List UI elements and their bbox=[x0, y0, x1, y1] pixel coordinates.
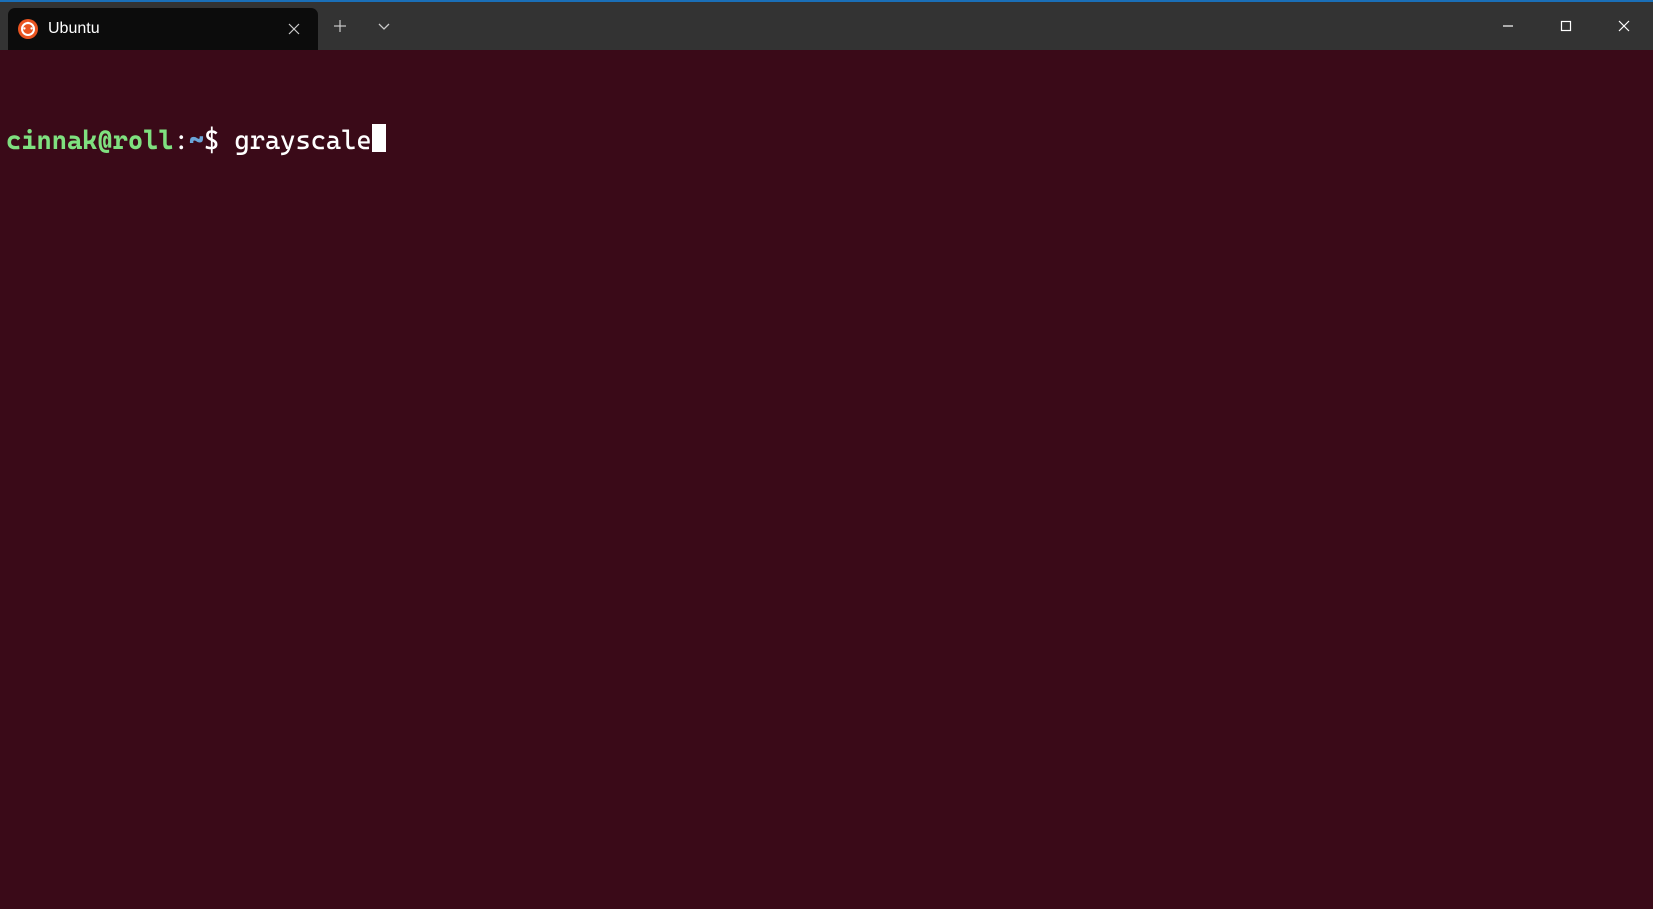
command-input[interactable]: grayscale bbox=[219, 125, 371, 158]
command-text: grayscale bbox=[235, 126, 372, 156]
minimize-button[interactable] bbox=[1479, 2, 1537, 50]
terminal-body[interactable]: cinnak@roll:~$ grayscale bbox=[0, 50, 1653, 909]
close-icon bbox=[1618, 20, 1630, 32]
minimize-icon bbox=[1502, 20, 1514, 32]
close-icon bbox=[288, 23, 300, 35]
new-tab-button[interactable] bbox=[318, 2, 362, 50]
titlebar: Ubuntu bbox=[0, 2, 1653, 50]
prompt-path: ~ bbox=[189, 125, 204, 158]
tabs-area: Ubuntu bbox=[0, 2, 318, 50]
chevron-down-icon bbox=[377, 19, 391, 33]
tab-dropdown-button[interactable] bbox=[362, 2, 406, 50]
close-tab-button[interactable] bbox=[280, 15, 308, 43]
plus-icon bbox=[333, 19, 347, 33]
tab-ubuntu[interactable]: Ubuntu bbox=[8, 8, 318, 50]
cursor bbox=[372, 124, 386, 152]
scrollbar[interactable] bbox=[1639, 48, 1653, 909]
close-window-button[interactable] bbox=[1595, 2, 1653, 50]
ubuntu-icon bbox=[18, 19, 38, 39]
prompt-separator: : bbox=[174, 125, 189, 158]
prompt-user-host: cinnak@roll bbox=[6, 125, 174, 158]
prompt-symbol: $ bbox=[204, 125, 219, 158]
maximize-button[interactable] bbox=[1537, 2, 1595, 50]
prompt-line: cinnak@roll:~$ grayscale bbox=[6, 121, 1647, 158]
terminal-window: Ubuntu bbox=[0, 0, 1653, 909]
tab-title: Ubuntu bbox=[48, 20, 280, 38]
titlebar-drag-area[interactable] bbox=[406, 2, 1479, 50]
maximize-icon bbox=[1560, 20, 1572, 32]
window-controls bbox=[1479, 2, 1653, 50]
